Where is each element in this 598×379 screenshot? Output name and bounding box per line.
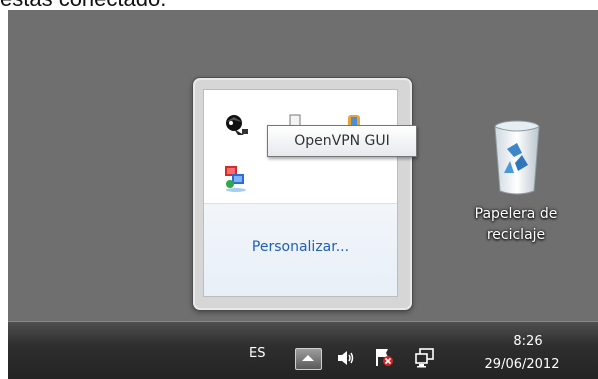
clock-time: 8:26 — [513, 334, 543, 349]
show-hidden-icons-button[interactable] — [295, 348, 322, 370]
customize-link[interactable]: Personalizar... — [204, 239, 397, 255]
action-center-flag-icon[interactable] — [373, 346, 395, 372]
flyout-panel: Personalizar... — [203, 89, 398, 297]
recycle-bin-icon — [492, 119, 542, 197]
show-hidden-icons-icon — [302, 355, 314, 361]
recycle-bin-label-line2: reciclaje — [486, 227, 546, 243]
recycle-bin-label: Papelera de reciclaje — [462, 204, 570, 246]
flyout-footer: Personalizar... — [204, 204, 397, 296]
tooltip: OpenVPN GUI — [267, 125, 417, 157]
language-indicator[interactable]: ES — [249, 346, 265, 361]
clock-date: 29/06/2012 — [484, 357, 560, 372]
recycle-bin[interactable]: Papelera de reciclaje — [462, 115, 570, 260]
openvpn-icon[interactable] — [222, 111, 250, 139]
recycle-bin-label-line1: Papelera de — [474, 206, 558, 222]
speaker-icon[interactable] — [336, 348, 356, 372]
tray-overflow-flyout: Personalizar... — [193, 78, 412, 310]
taskbar: ES 8:26 29/06/2012 — [8, 321, 598, 379]
network-app-icon[interactable] — [222, 162, 250, 192]
network-icon[interactable] — [414, 347, 436, 373]
